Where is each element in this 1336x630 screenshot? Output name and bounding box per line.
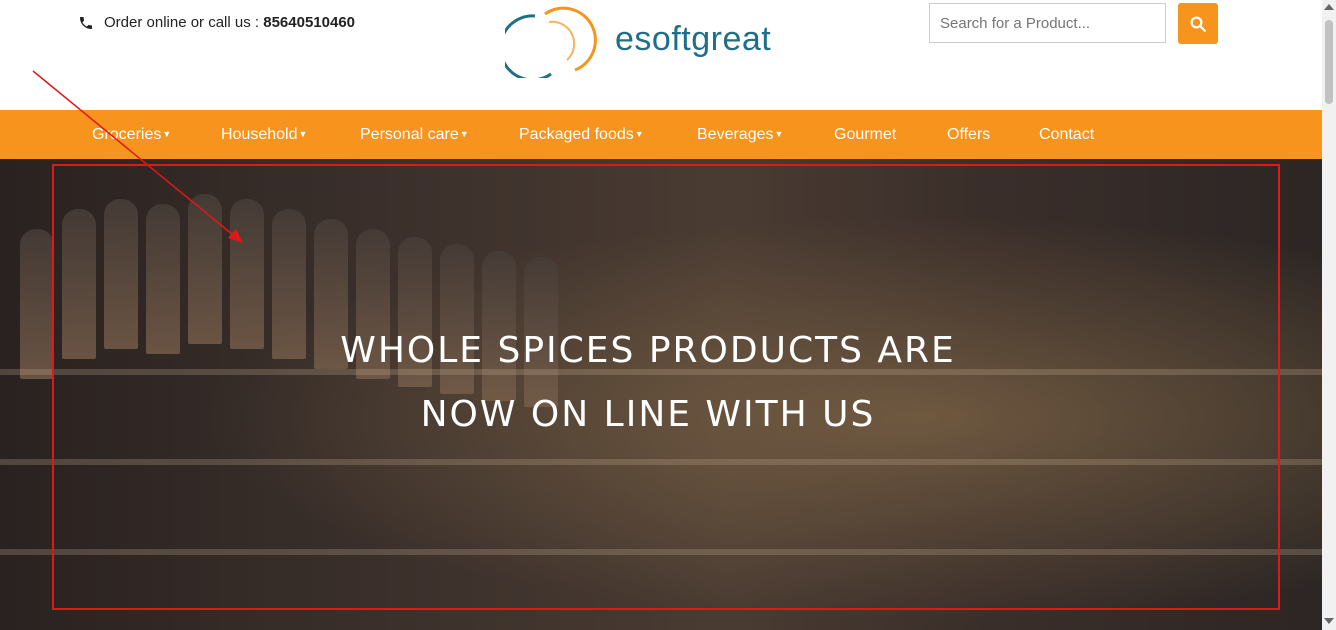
nav-item-groceries[interactable]: Groceries▼ (92, 110, 171, 159)
site-header: Order online or call us : 85640510460 es… (0, 0, 1322, 110)
brand-name: esoftgreat (615, 20, 772, 58)
brand-logo[interactable]: esoftgreat (505, 4, 805, 78)
main-nav: Groceries▼ Household▼ Personal care▼ Pac… (0, 110, 1322, 159)
nav-item-offers[interactable]: Offers (947, 110, 990, 159)
caret-down-icon: ▼ (298, 129, 308, 140)
phone-icon (80, 16, 92, 29)
scroll-down-icon[interactable] (1324, 618, 1334, 624)
nav-item-household[interactable]: Household▼ (221, 110, 307, 159)
scroll-up-icon[interactable] (1324, 4, 1334, 10)
nav-item-contact[interactable]: Contact (1039, 110, 1094, 159)
search-icon (1190, 16, 1206, 32)
phone-number[interactable]: 85640510460 (263, 14, 355, 31)
nav-item-beverages[interactable]: Beverages▼ (697, 110, 783, 159)
search-input[interactable] (929, 3, 1166, 43)
caret-down-icon: ▼ (634, 129, 644, 140)
caret-down-icon: ▼ (774, 129, 784, 140)
order-info: Order online or call us : 85640510460 (78, 14, 355, 31)
scroll-thumb[interactable] (1325, 20, 1333, 104)
nav-item-personal-care[interactable]: Personal care▼ (360, 110, 469, 159)
highlight-frame (52, 164, 1280, 610)
order-text: Order online or call us : (104, 14, 260, 31)
search-button[interactable] (1178, 3, 1218, 44)
nav-item-gourmet[interactable]: Gourmet (834, 110, 896, 159)
logo-rings-icon (505, 6, 597, 78)
nav-item-packaged-foods[interactable]: Packaged foods▼ (519, 110, 644, 159)
caret-down-icon: ▼ (162, 129, 172, 140)
caret-down-icon: ▼ (459, 129, 469, 140)
